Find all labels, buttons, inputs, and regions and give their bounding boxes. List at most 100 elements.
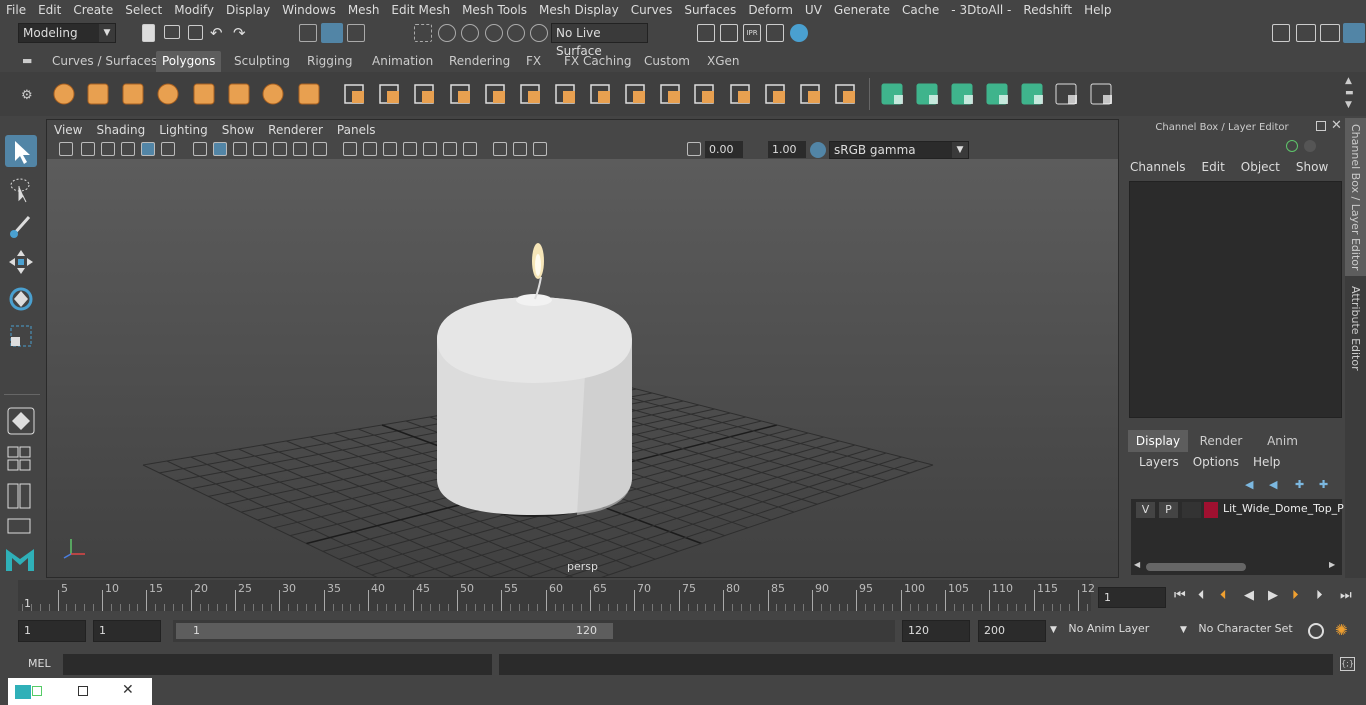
wireframe-icon[interactable]: [193, 142, 207, 156]
playback-start-field[interactable]: 1: [93, 620, 161, 642]
render-settings-icon[interactable]: [766, 24, 784, 42]
select-object-icon[interactable]: [321, 23, 343, 43]
viewport-menu-renderer[interactable]: Renderer: [261, 123, 330, 137]
scroll-right-icon[interactable]: ▶: [1329, 560, 1335, 569]
new-layer-selected-icon[interactable]: ✚: [1319, 478, 1328, 491]
xray-active-icon[interactable]: [403, 142, 417, 156]
viewport-menu-lighting[interactable]: Lighting: [152, 123, 215, 137]
workspace-layout-icon[interactable]: [1272, 24, 1290, 42]
step-back-frame-icon[interactable]: ⏴: [1220, 588, 1227, 603]
shadows-icon[interactable]: [273, 142, 287, 156]
shelf-cube-icon[interactable]: [83, 79, 113, 109]
shelf-uv-tool-4-icon[interactable]: [983, 79, 1013, 109]
tab-curves-surfaces[interactable]: Curves / Surfaces: [46, 51, 163, 72]
ao-icon[interactable]: [293, 142, 307, 156]
color-management-icon[interactable]: [810, 142, 826, 158]
layer-scrollbar[interactable]: ◀ ▶: [1134, 560, 1339, 573]
layer-name[interactable]: Lit_Wide_Dome_Top_P: [1223, 502, 1344, 515]
shelf-uv-tool-7-icon[interactable]: [1087, 79, 1117, 109]
shelf-pyramid-icon[interactable]: [258, 79, 288, 109]
shelf-scroll-down-icon[interactable]: ▼: [1345, 100, 1352, 110]
gear-icon[interactable]: ▬: [22, 54, 32, 67]
hypershade-icon[interactable]: [790, 24, 808, 42]
menu-help[interactable]: Help: [1078, 0, 1117, 20]
redo-icon[interactable]: ↷: [233, 24, 251, 42]
tab-rigging[interactable]: Rigging: [301, 51, 358, 72]
layer-visibility-toggle[interactable]: V: [1136, 502, 1155, 518]
script-editor-icon[interactable]: {;}: [1340, 657, 1355, 671]
manipulator-icon[interactable]: [1286, 140, 1298, 152]
shelf-boolean-icon[interactable]: [516, 79, 546, 109]
new-scene-icon[interactable]: [142, 24, 155, 42]
go-to-end-icon[interactable]: ⏭: [1340, 588, 1352, 603]
mel-label[interactable]: MEL: [28, 657, 51, 670]
tab-custom[interactable]: Custom: [638, 51, 696, 72]
maximize-icon[interactable]: [78, 686, 88, 696]
viewport-menu-shading[interactable]: Shading: [89, 123, 152, 137]
shelf-plane-icon[interactable]: [189, 79, 219, 109]
layout-stacked-icon[interactable]: [5, 516, 33, 536]
snap-view-icon[interactable]: [485, 24, 503, 42]
exposure-icon[interactable]: [687, 142, 701, 156]
save-scene-icon[interactable]: [188, 25, 203, 40]
3d-scene-view[interactable]: persp: [47, 159, 1118, 577]
step-forward-frame-icon[interactable]: ⏵: [1292, 588, 1299, 603]
auto-key-icon[interactable]: [1308, 623, 1324, 639]
lasso-tool-icon[interactable]: [5, 172, 37, 204]
shelf-merge-icon[interactable]: [690, 79, 720, 109]
image-plane-icon[interactable]: [121, 142, 135, 156]
menu-3dtoall[interactable]: - 3DtoAll -: [945, 0, 1017, 20]
time-slider[interactable]: 5 10 15 20 25 30 35 40 45 50 55 60 65 70 75 80 85 90 95 100…: [0, 580, 1366, 614]
menu-modify[interactable]: Modify: [168, 0, 220, 20]
backface-icon[interactable]: [423, 142, 437, 156]
render-view-icon[interactable]: [697, 24, 715, 42]
menu-uv[interactable]: UV: [799, 0, 828, 20]
move-layer-up-icon[interactable]: ◀: [1245, 478, 1253, 491]
layer-row[interactable]: V P Lit_Wide_Dome_Top_P: [1131, 499, 1344, 521]
menu-create[interactable]: Create: [67, 0, 119, 20]
command-input[interactable]: [63, 654, 492, 675]
shelf-torus-icon[interactable]: [224, 79, 254, 109]
shelf-bevel-icon[interactable]: [586, 79, 616, 109]
menu-mesh[interactable]: Mesh: [342, 0, 386, 20]
shelf-sphere-icon[interactable]: [49, 79, 79, 109]
menu-deform[interactable]: Deform: [742, 0, 799, 20]
aa-icon[interactable]: [313, 142, 327, 156]
timeline-ruler[interactable]: 5 10 15 20 25 30 35 40 45 50 55 60 65 70 75 80 85 90 95 100…: [18, 580, 1095, 611]
close-icon[interactable]: ✕: [1331, 118, 1342, 133]
viewport-menu-view[interactable]: View: [47, 123, 89, 137]
shelf-bevel-edge-icon[interactable]: [831, 79, 861, 109]
scrollbar-thumb[interactable]: [1146, 563, 1246, 571]
camera-attr-icon[interactable]: [81, 142, 95, 156]
snap-grid-icon[interactable]: [414, 24, 432, 42]
viewport-menu-show[interactable]: Show: [215, 123, 261, 137]
gear-icon[interactable]: ⚙: [21, 88, 33, 103]
smooth-shade-icon[interactable]: [213, 142, 227, 156]
resolution-gate-icon[interactable]: [443, 142, 457, 156]
isolate-icon[interactable]: [343, 142, 357, 156]
snap-surface-icon[interactable]: [507, 24, 525, 42]
shelf-cylinder-icon[interactable]: [118, 79, 148, 109]
anim-layer-dropdown[interactable]: ▼ No Anim Layer: [1050, 622, 1190, 642]
shelf-menu-icon[interactable]: ▬: [1345, 88, 1354, 98]
layer-menu-layers[interactable]: Layers: [1139, 455, 1179, 469]
menu-mesh-display[interactable]: Mesh Display: [533, 0, 625, 20]
channel-box-side-tab[interactable]: Channel Box / Layer Editor: [1345, 118, 1366, 276]
film-gate-icon[interactable]: [161, 142, 175, 156]
tab-fx-caching[interactable]: FX Caching: [558, 51, 637, 72]
ipr-render-icon[interactable]: IPR: [743, 24, 761, 42]
channel-menu-channels[interactable]: Channels: [1130, 160, 1186, 174]
shelf-pipe-icon[interactable]: [294, 79, 324, 109]
menu-file[interactable]: File: [0, 0, 32, 20]
gamma-field[interactable]: 1.00: [768, 141, 806, 158]
layer-menu-help[interactable]: Help: [1253, 455, 1280, 469]
tab-sculpting[interactable]: Sculpting: [228, 51, 296, 72]
gate-mask-icon[interactable]: [493, 142, 507, 156]
color-space-dropdown[interactable]: sRGB gamma ▼: [829, 141, 969, 159]
layer-menu-options[interactable]: Options: [1193, 455, 1239, 469]
restore-icon[interactable]: [32, 686, 42, 696]
shelf-separate-icon[interactable]: [410, 79, 440, 109]
layer-tab-render[interactable]: Render: [1191, 430, 1251, 452]
shelf-uv-tool-6-icon[interactable]: [1052, 79, 1082, 109]
step-forward-key-icon[interactable]: ⏵: [1316, 588, 1323, 603]
